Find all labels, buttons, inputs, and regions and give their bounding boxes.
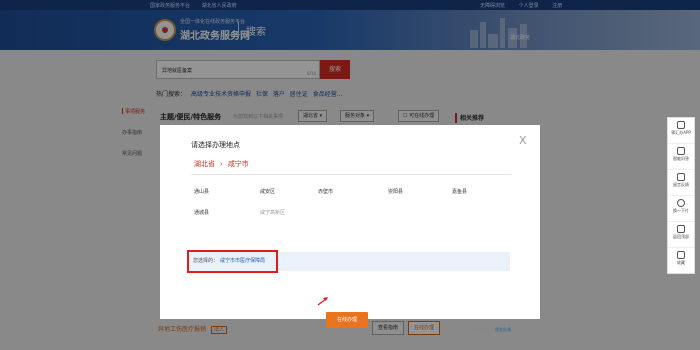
refresh-icon bbox=[677, 199, 685, 207]
favorite-label: 收藏 bbox=[677, 260, 685, 265]
back-to-top-button[interactable]: 返回顶部 bbox=[668, 222, 694, 248]
feedback-button[interactable]: 留言反馈 bbox=[668, 170, 694, 196]
area-option[interactable]: 嘉鱼县 bbox=[452, 188, 467, 195]
close-icon[interactable]: X bbox=[519, 134, 527, 147]
chat-icon bbox=[677, 147, 685, 155]
arrow-up-icon bbox=[677, 225, 685, 233]
switch-button[interactable]: 换一下片 bbox=[668, 196, 694, 222]
area-option[interactable]: 咸宁高新区 bbox=[260, 209, 285, 216]
area-option[interactable]: 崇阳县 bbox=[388, 188, 403, 195]
app-label: 鄂汇办APP bbox=[671, 130, 691, 135]
help-feedback-link[interactable]: 提交反馈 bbox=[495, 327, 511, 332]
divider bbox=[191, 174, 511, 175]
area-option[interactable]: 通山县 bbox=[194, 188, 209, 195]
bookmark-icon bbox=[677, 251, 685, 259]
highlight-box bbox=[187, 250, 278, 273]
area-option[interactable]: 通城县 bbox=[194, 209, 209, 216]
help-text: 没找到办理地? 提交反馈 bbox=[467, 327, 511, 333]
phone-icon bbox=[677, 121, 685, 129]
modal-title: 请选择办理地点 bbox=[191, 141, 240, 149]
arrow-pointer-icon bbox=[317, 297, 328, 306]
location-breadcrumb: 湖北省 › 咸宁市 bbox=[194, 159, 249, 169]
area-option[interactable]: 咸安区 bbox=[260, 188, 275, 195]
breadcrumb-city[interactable]: 咸宁市 bbox=[228, 160, 249, 168]
smart-qa-label: 智能问答 bbox=[673, 156, 689, 161]
help-question: 没找到办理地? bbox=[467, 327, 494, 332]
back-to-top-label: 返回顶部 bbox=[673, 234, 689, 239]
chevron-right-icon: › bbox=[220, 160, 223, 168]
area-option[interactable]: 赤壁市 bbox=[318, 188, 333, 195]
feedback-label: 留言反馈 bbox=[673, 182, 689, 187]
app-button[interactable]: 鄂汇办APP bbox=[668, 118, 694, 144]
smart-qa-button[interactable]: 智能问答 bbox=[668, 144, 694, 170]
favorite-button[interactable]: 收藏 bbox=[668, 248, 694, 274]
switch-label: 换一下片 bbox=[673, 208, 689, 213]
location-modal: 请选择办理地点 X 湖北省 › 咸宁市 通山县 咸安区 赤壁市 崇阳县 嘉鱼县 通城… bbox=[160, 125, 540, 332]
message-icon bbox=[677, 173, 685, 181]
breadcrumb-province[interactable]: 湖北省 bbox=[194, 160, 215, 168]
confirm-online-button[interactable]: 在线办理 bbox=[326, 312, 368, 328]
floating-toolbar: 鄂汇办APP 智能问答 留言反馈 换一下片 返回顶部 收藏 bbox=[667, 117, 695, 274]
